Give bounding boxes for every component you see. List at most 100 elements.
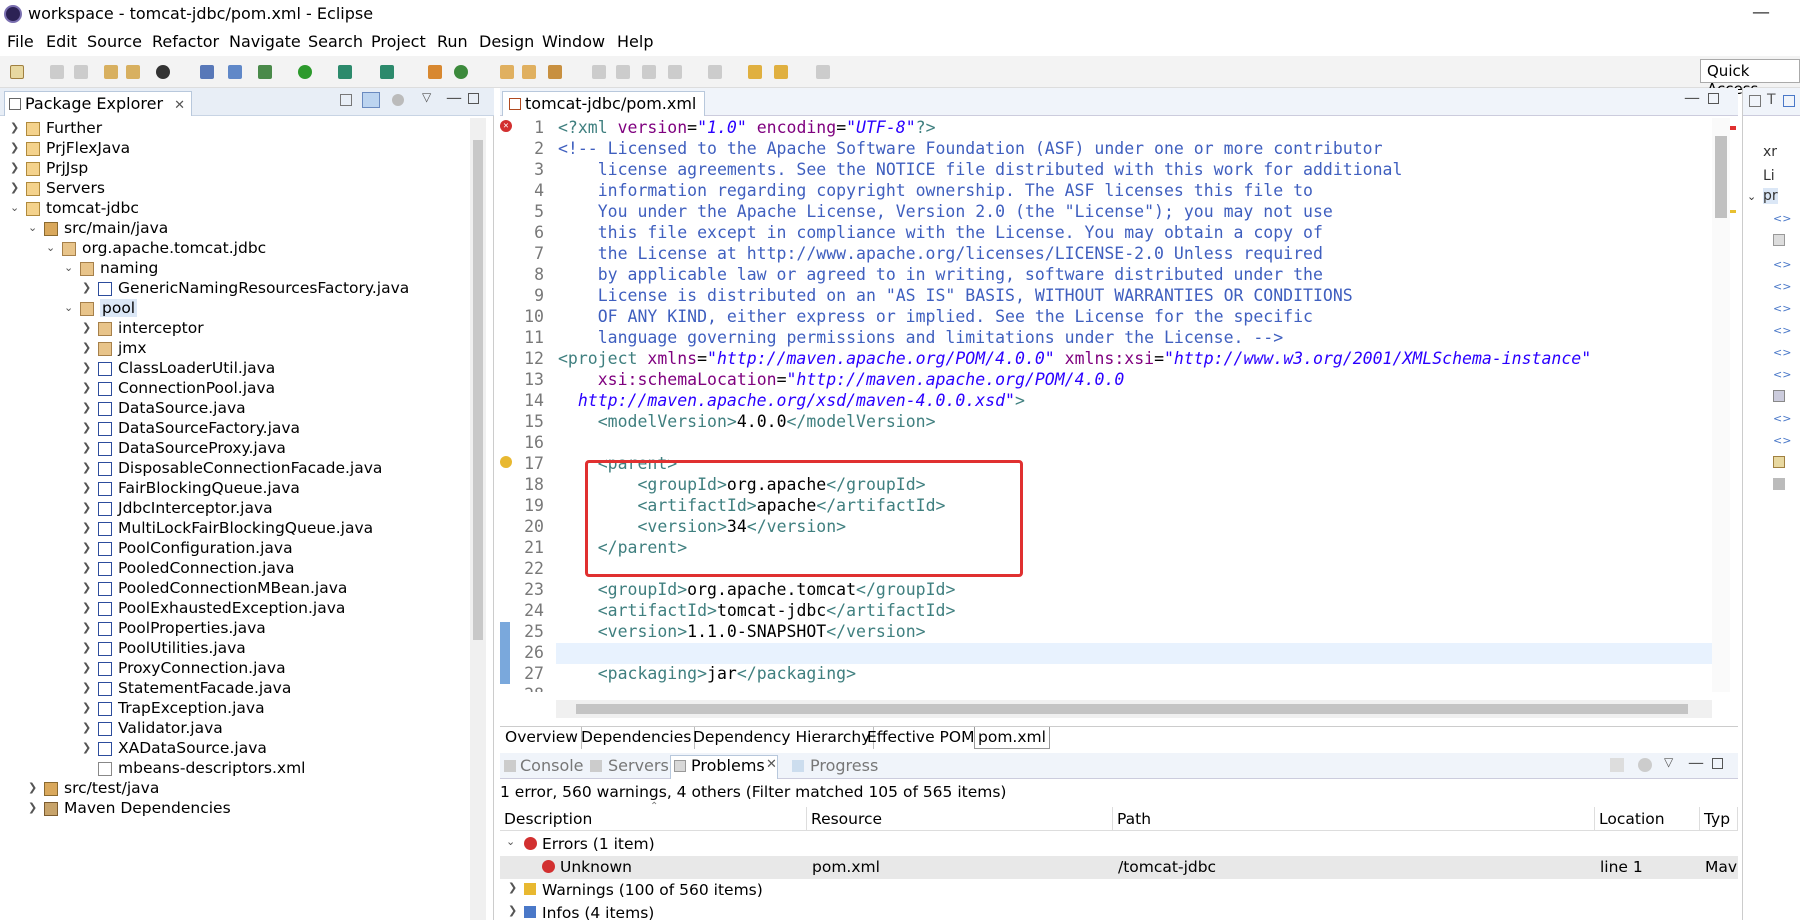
close-icon[interactable]: ✕ [766,757,777,772]
package-explorer-tab[interactable]: Package Explorer ✕ [4,91,193,116]
maximize-view-icon[interactable] [1712,758,1723,769]
minimize-view-icon[interactable]: — [446,88,462,107]
expand-arrow-icon[interactable]: ❯ [508,904,517,917]
menu-search[interactable]: Search [308,32,363,51]
expand-arrow-icon[interactable]: ⌄ [506,835,515,848]
tab-console[interactable]: Console [520,756,584,775]
tab-overview[interactable]: Overview [502,727,582,749]
task-list-icon[interactable] [1749,95,1761,107]
column-path[interactable]: Path [1113,807,1595,831]
back-icon[interactable] [774,65,788,79]
forward-icon[interactable] [816,65,830,79]
task-list-tab[interactable]: T [1767,92,1776,108]
close-icon[interactable]: ✕ [174,98,185,113]
tab-dependencies[interactable]: Dependencies [578,727,696,749]
menu-edit[interactable]: Edit [46,32,77,51]
column-resource[interactable]: Resource [807,807,1113,831]
minimize-editor-icon[interactable]: — [1684,88,1700,107]
link-editor-icon[interactable] [362,92,380,108]
tree-item-label: PooledConnection.java [118,559,295,577]
minimize-view-icon[interactable]: — [1688,753,1704,772]
last-edit-icon[interactable] [748,65,762,79]
filter-icon[interactable] [392,94,404,106]
external-tools-icon[interactable] [380,65,394,79]
warning-overview-mark[interactable] [1730,210,1736,213]
new-class-icon[interactable] [454,65,468,79]
toggle-mark-icon[interactable] [592,65,606,79]
table-row[interactable]: ❯ Warnings (100 of 560 items) [500,879,1738,902]
outline-item[interactable]: xr [1763,144,1777,160]
tab-servers[interactable]: Servers [608,756,669,775]
menu-window[interactable]: Window [542,32,605,51]
menu-help[interactable]: Help [617,32,653,51]
view-menu-icon[interactable]: ▽ [1664,755,1673,769]
expand-arrow-icon[interactable]: ⌄ [1747,190,1756,203]
run-icon[interactable] [298,65,312,79]
outline-icon[interactable] [1783,95,1795,107]
menu-refactor[interactable]: Refactor [152,32,219,51]
search-icon[interactable] [548,65,562,79]
quick-access-field[interactable]: Quick Access [1700,59,1800,98]
table-row[interactable]: ⌄ Errors (1 item) [500,833,1738,856]
tab-effective-pom[interactable]: Effective POM [864,727,979,749]
code-line: information regarding copyright ownershi… [558,181,1313,200]
maximize-editor-icon[interactable] [1708,93,1719,104]
coverage-icon[interactable] [338,65,352,79]
editor-panel: tomcat-jdbc/pom.xml — ✕ 1 2 3 4 5 6 7 8 … [500,88,1738,749]
menu-run[interactable]: Run [437,32,468,51]
open-folder-icon[interactable] [522,65,536,79]
maximize-view-icon[interactable] [468,93,479,104]
tab-problems[interactable]: Problems [691,756,765,775]
annotation-icon[interactable] [616,65,630,79]
next-annotation-icon[interactable] [668,65,682,79]
code-line: You under the Apache License, Version 2.… [558,202,1333,221]
table-row[interactable]: ❯ Infos (4 items) [500,902,1738,920]
table-row[interactable]: Unknown pom.xml /tomcat-jdbc line 1 Mav [500,856,1738,879]
outline-item[interactable]: Li [1763,168,1775,184]
main-toolbar: Quick Access [0,56,1800,98]
focus-icon[interactable] [1610,758,1624,772]
error-overview-mark[interactable] [1730,126,1736,130]
terminal-icon[interactable] [200,65,214,79]
warning-marker-icon[interactable] [500,456,512,468]
debug-icon[interactable] [258,65,272,79]
new-java-project-icon[interactable] [428,65,442,79]
column-location[interactable]: Location [1595,807,1700,831]
outline-item[interactable]: pr [1763,188,1778,204]
menu-project[interactable]: Project [371,32,426,51]
tab-pom-xml[interactable]: pom.xml [974,727,1050,749]
view-menu-icon[interactable]: ▽ [422,90,431,104]
package-explorer-scroll-thumb[interactable] [473,140,483,640]
menu-design[interactable]: Design [479,32,534,51]
editor-vertical-scroll-thumb[interactable] [1715,136,1727,218]
xml-source-editor[interactable]: ✕ 1 2 3 4 5 6 7 8 9 10 11 12 13 14 15 16… [500,118,1712,692]
new-icon[interactable] [10,65,24,79]
skip-breakpoints-icon[interactable] [228,65,242,79]
debug-settings-icon[interactable] [156,65,170,79]
tree-item-label: DataSource.java [118,399,246,417]
previous-annotation-icon[interactable] [708,65,722,79]
save-all-icon[interactable] [74,65,88,79]
menu-file[interactable]: File [7,32,34,51]
save-icon[interactable] [50,65,64,79]
error-marker-icon[interactable]: ✕ [500,120,512,132]
menu-source[interactable]: Source [87,32,142,51]
editor-tab-pom[interactable]: tomcat-jdbc/pom.xml [502,91,706,116]
filter-icon[interactable] [1638,758,1652,772]
expand-arrow-icon[interactable]: ❯ [508,881,517,894]
tree-item[interactable]: ❯ Maven Dependencies [0,798,470,821]
line-number: 16 [524,433,544,452]
tab-dependency-hierarchy[interactable]: Dependency Hierarchy [690,727,875,749]
collapse-all-icon[interactable] [340,94,352,106]
minimize-icon[interactable]: — [1752,2,1770,23]
show-whitespace-icon[interactable] [642,65,656,79]
tab-progress[interactable]: Progress [810,756,878,775]
build-icon[interactable] [104,65,118,79]
open-type-icon[interactable] [500,65,514,79]
tree-item-label: ConnectionPool.java [118,379,276,397]
editor-horizontal-scroll-thumb[interactable] [576,704,1688,714]
clean-icon[interactable] [126,65,140,79]
tree-item-label: src/main/java [64,219,169,237]
column-type[interactable]: Typ [1700,807,1738,831]
menu-navigate[interactable]: Navigate [229,32,301,51]
